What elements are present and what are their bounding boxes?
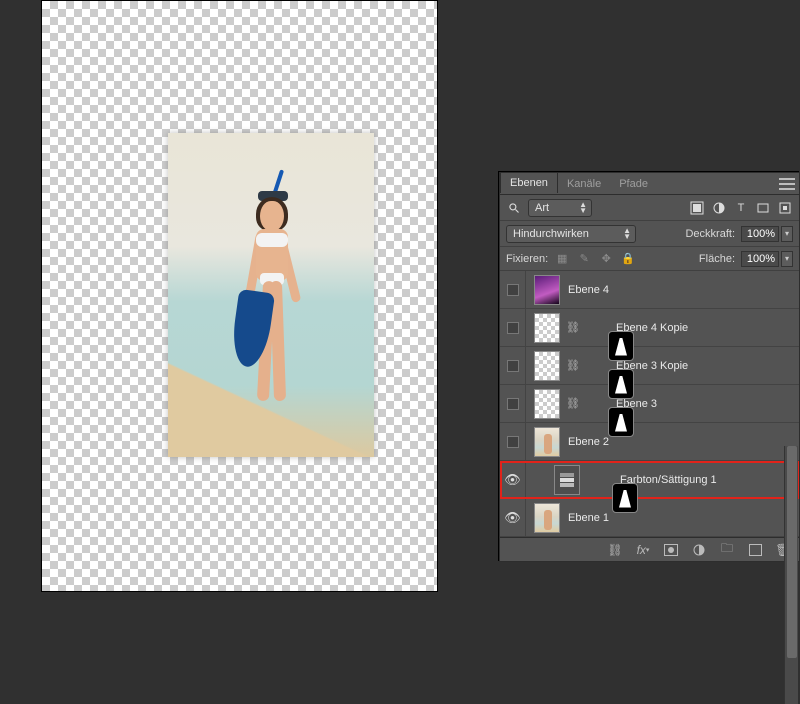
blend-mode-select[interactable]: Hindurchwirken ▲▼ <box>506 225 636 243</box>
fill-dropdown-icon[interactable]: ▾ <box>781 251 793 267</box>
filter-smartobject-icon[interactable] <box>777 200 793 216</box>
eye-icon: 👁 <box>504 510 521 526</box>
filter-pixel-icon[interactable] <box>689 200 705 216</box>
layer-mask-thumbnail[interactable] <box>608 369 634 399</box>
fill-field[interactable]: 100% ▾ <box>741 251 793 267</box>
filter-type-select[interactable]: Art ▲▼ <box>528 199 592 217</box>
add-mask-icon[interactable] <box>663 542 679 558</box>
figure-illustration <box>232 173 310 433</box>
layer-name[interactable]: Ebene 1 <box>568 512 609 524</box>
layer-row[interactable]: Ebene 4 <box>500 271 799 309</box>
lock-brush-icon[interactable]: ✎ <box>576 251 592 267</box>
link-layers-icon[interactable]: ⛓ <box>607 542 623 558</box>
layer-thumbnail[interactable] <box>534 275 560 305</box>
layer-thumbnail[interactable] <box>534 313 560 343</box>
layers-footer: ⛓ fx▾ 🗀 🗑 <box>500 537 799 561</box>
tab-layers[interactable]: Ebenen <box>500 173 558 193</box>
new-adjustment-icon[interactable] <box>691 542 707 558</box>
mask-link-icon[interactable]: ⛓ <box>566 359 576 372</box>
tab-channels[interactable]: Kanäle <box>558 174 610 194</box>
layers-panel: Ebenen Kanäle Pfade Art ▲▼ T Hindurchwir… <box>499 172 800 562</box>
lock-label: Fixieren: <box>506 253 548 265</box>
adjustment-thumbnail[interactable] <box>554 465 580 495</box>
layer-row[interactable]: 👁 Farbton/Sättigung 1 <box>500 461 799 499</box>
visibility-toggle[interactable]: 👁 <box>500 461 526 498</box>
select-arrows-icon: ▲▼ <box>623 228 631 240</box>
mask-link-icon[interactable]: ⛓ <box>566 397 576 410</box>
layer-row[interactable]: ⛓ Ebene 4 Kopie <box>500 309 799 347</box>
visibility-toggle[interactable] <box>500 347 526 384</box>
layer-mask-thumbnail[interactable] <box>612 483 638 513</box>
layer-thumbnail[interactable] <box>534 389 560 419</box>
lock-all-icon[interactable]: 🔒 <box>620 251 636 267</box>
new-group-icon[interactable]: 🗀 <box>719 542 735 558</box>
layer-name[interactable]: Ebene 4 <box>568 284 609 296</box>
blend-mode-value: Hindurchwirken <box>513 228 589 240</box>
layer-mask-thumbnail[interactable] <box>608 331 634 361</box>
scrollbar-thumb[interactable] <box>787 446 797 658</box>
layer-row[interactable]: Ebene 2 <box>500 423 799 461</box>
layer-effects-icon[interactable]: fx▾ <box>635 542 651 558</box>
layer-row[interactable]: 👁 Ebene 1 <box>500 499 799 537</box>
fill-value[interactable]: 100% <box>741 251 779 267</box>
layers-scrollbar[interactable] <box>784 446 798 704</box>
layer-row[interactable]: ⛓ Ebene 3 Kopie <box>500 347 799 385</box>
blend-opacity-row: Hindurchwirken ▲▼ Deckkraft: 100% ▾ <box>500 221 799 247</box>
visibility-toggle[interactable] <box>500 385 526 422</box>
visibility-toggle[interactable] <box>500 423 526 460</box>
visibility-toggle[interactable]: 👁 <box>500 499 526 536</box>
fill-label: Fläche: <box>699 253 735 265</box>
layer-row[interactable]: ⛓ Ebene 3 <box>500 385 799 423</box>
opacity-field[interactable]: 100% ▾ <box>741 226 793 242</box>
mask-link-icon[interactable]: ⛓ <box>566 321 576 334</box>
layer-thumbnail[interactable] <box>534 503 560 533</box>
eye-icon: 👁 <box>504 472 521 488</box>
opacity-dropdown-icon[interactable]: ▾ <box>781 226 793 242</box>
panel-menu-icon[interactable] <box>779 178 795 190</box>
filter-adjustment-icon[interactable] <box>711 200 727 216</box>
visibility-toggle[interactable] <box>500 309 526 346</box>
layer-thumbnail[interactable] <box>534 351 560 381</box>
panel-tabs: Ebenen Kanäle Pfade <box>500 173 799 195</box>
filter-shape-icon[interactable] <box>755 200 771 216</box>
lock-position-icon[interactable]: ✥ <box>598 251 614 267</box>
document-canvas[interactable] <box>42 1 437 591</box>
layer-filter-bar: Art ▲▼ T <box>500 195 799 221</box>
layer-mask-thumbnail[interactable] <box>608 407 634 437</box>
opacity-label: Deckkraft: <box>685 228 735 240</box>
select-arrows-icon: ▲▼ <box>579 202 587 214</box>
new-layer-icon[interactable] <box>747 542 763 558</box>
lock-transparency-icon[interactable]: ▦ <box>554 251 570 267</box>
filter-type-value: Art <box>535 202 549 214</box>
search-icon[interactable] <box>506 200 522 216</box>
lock-fill-row: Fixieren: ▦ ✎ ✥ 🔒 Fläche: 100% ▾ <box>500 247 799 271</box>
filter-type-text-icon[interactable]: T <box>733 200 749 216</box>
layer-name[interactable]: Ebene 2 <box>568 436 609 448</box>
layer-list: Ebene 4 ⛓ Ebene 4 Kopie ⛓ Ebene 3 Kopie <box>500 271 799 537</box>
tab-paths[interactable]: Pfade <box>610 174 657 194</box>
visibility-toggle[interactable] <box>500 271 526 308</box>
layer-thumbnail[interactable] <box>534 427 560 457</box>
opacity-value[interactable]: 100% <box>741 226 779 242</box>
composited-image <box>168 133 374 457</box>
